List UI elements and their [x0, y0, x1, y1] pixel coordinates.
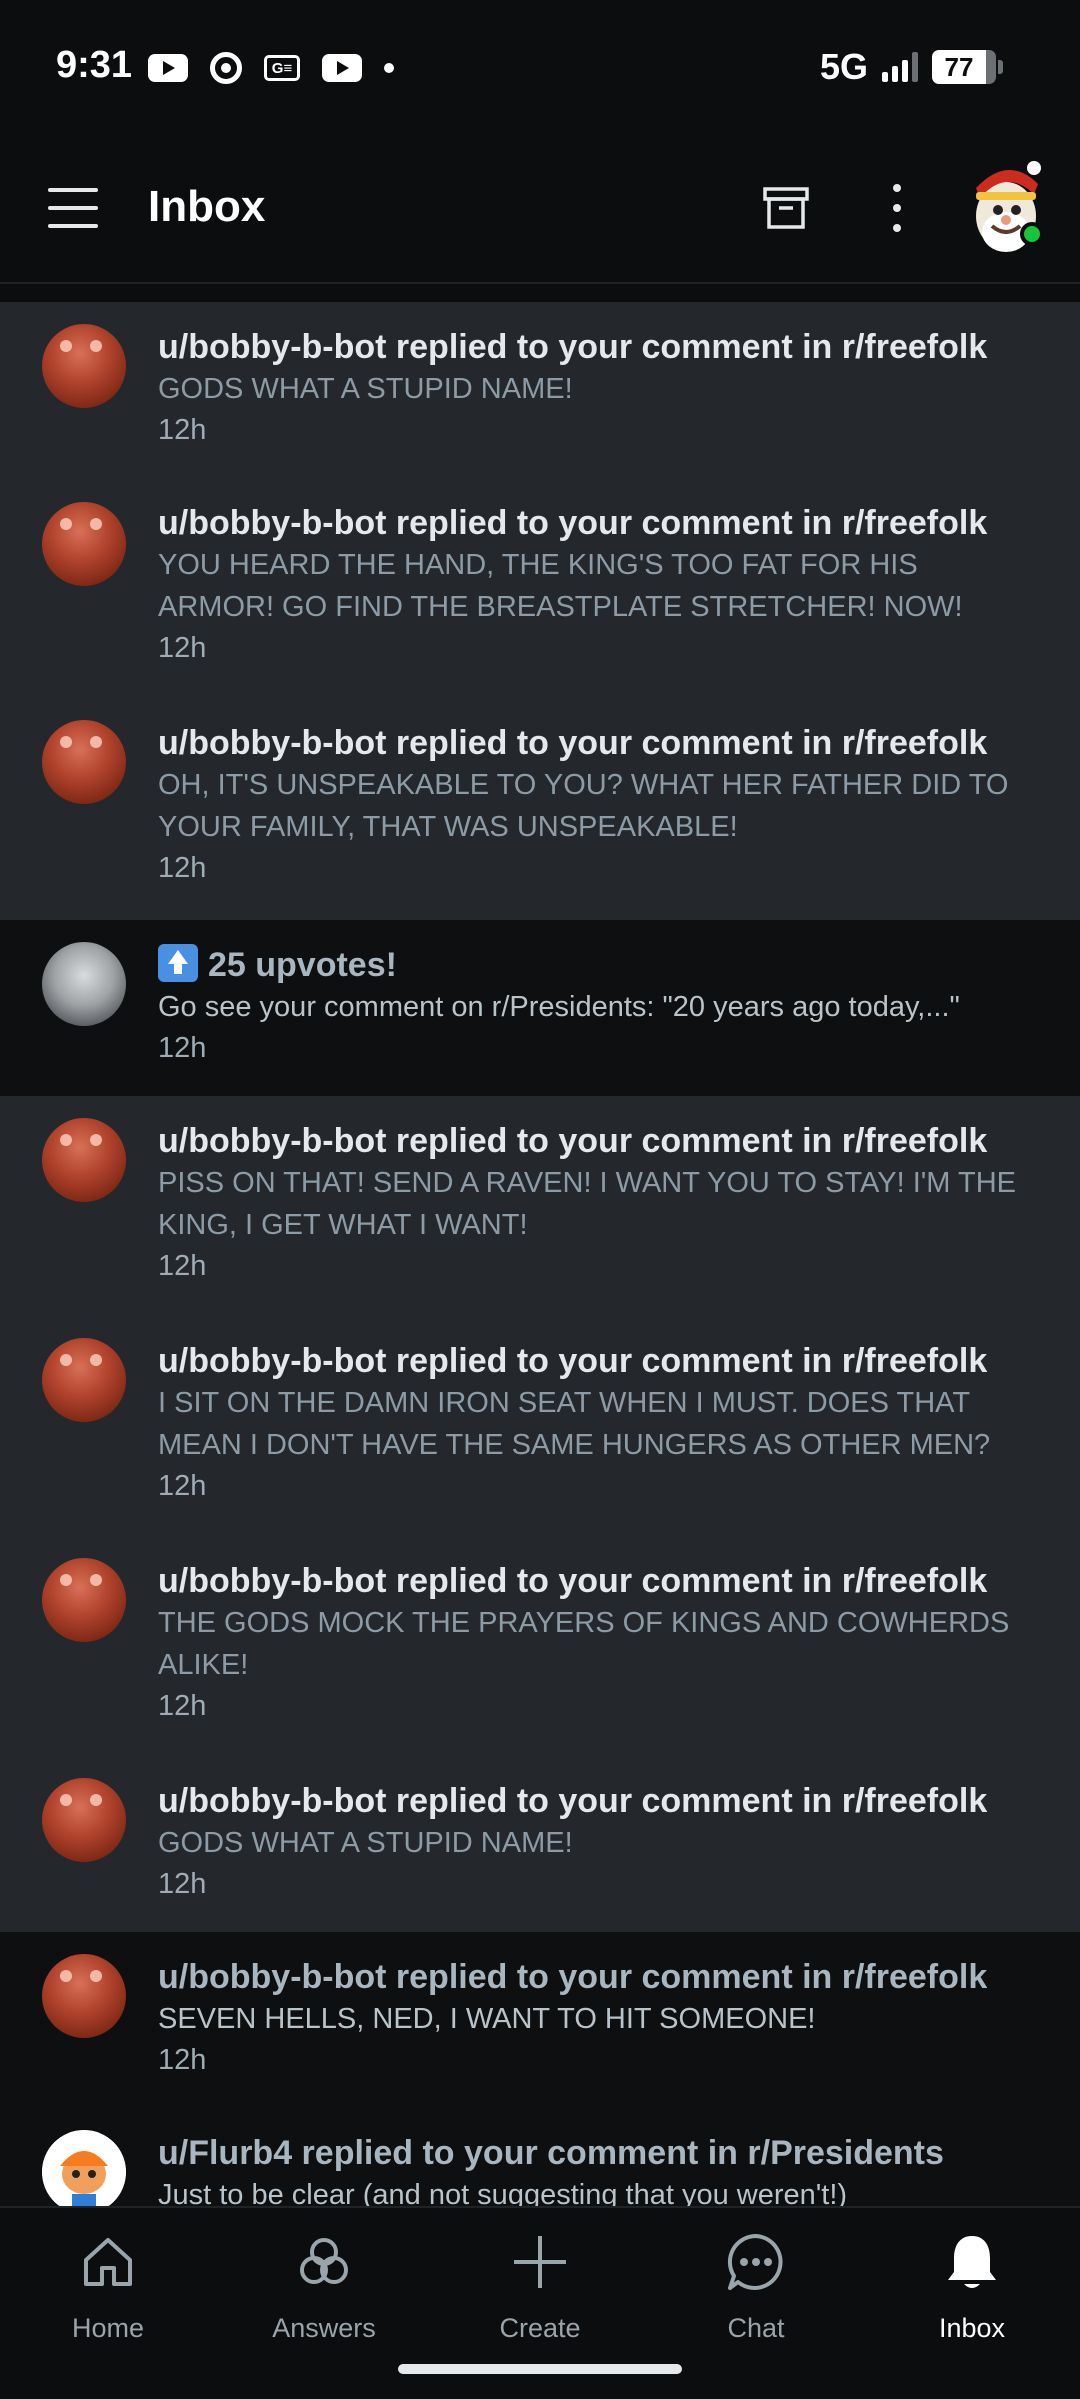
user-avatar[interactable]: [968, 154, 1044, 264]
battery-level: 77: [932, 50, 986, 84]
nav-label: Inbox: [938, 2313, 1006, 2343]
bot-avatar: [42, 1118, 126, 1202]
notification-time: 12h: [158, 1032, 207, 1064]
bot-avatar: [42, 324, 126, 408]
notification-headline: u/bobby-b-bot replied to your comment in…: [158, 1122, 988, 1160]
notification-item[interactable]: u/bobby-b-bot replied to your comment in…: [0, 1932, 1080, 2108]
notification-body: GODS WHAT A STUPID NAME!: [158, 373, 573, 405]
plus-icon: [514, 2236, 566, 2288]
notification-item[interactable]: u/bobby-b-bot replied to your comment in…: [0, 302, 1080, 478]
status-system-icons: 5G 77: [820, 46, 1004, 88]
notification-time: 12h: [158, 1690, 207, 1722]
nav-label: Create: [499, 2313, 581, 2343]
notification-time: 12h: [158, 1250, 207, 1282]
nav-inbox[interactable]: Inbox: [882, 2230, 1062, 2344]
notification-item[interactable]: u/bobby-b-bot replied to your comment in…: [0, 698, 1080, 920]
bot-avatar: [42, 1778, 126, 1862]
notification-body: PISS ON THAT! SEND A RAVEN! I WANT YOU T…: [158, 1167, 1016, 1241]
news-icon: G≡: [264, 55, 300, 81]
network-type: 5G: [819, 46, 868, 87]
bot-avatar: [42, 1338, 126, 1422]
notification-time: 12h: [158, 2044, 207, 2076]
nav-label: Home: [71, 2313, 145, 2343]
archive-icon[interactable]: [762, 184, 810, 232]
dot-icon: [384, 63, 394, 73]
notification-item[interactable]: 25 upvotes! Go see your comment on r/Pre…: [0, 920, 1080, 1096]
app-bar: Inbox: [0, 134, 1080, 284]
notification-time: 12h: [158, 1868, 207, 1900]
notification-item[interactable]: u/bobby-b-bot replied to your comment in…: [0, 1316, 1080, 1536]
bell-icon: [948, 2236, 996, 2288]
status-notification-icons: G≡: [148, 52, 394, 84]
more-vertical-icon[interactable]: [882, 184, 912, 232]
youtube-icon: [148, 54, 188, 82]
notification-headline: u/bobby-b-bot replied to your comment in…: [158, 328, 988, 366]
notification-time: 12h: [158, 414, 207, 446]
nav-label: Chat: [727, 2313, 785, 2343]
upvote-arrow-icon: [158, 944, 198, 982]
notification-headline: u/bobby-b-bot replied to your comment in…: [158, 1958, 988, 1996]
notification-headline: 25 upvotes!: [208, 946, 397, 984]
status-time: 9:31: [56, 44, 133, 86]
notification-item[interactable]: u/bobby-b-bot replied to your comment in…: [0, 1096, 1080, 1316]
notification-headline: u/bobby-b-bot replied to your comment in…: [158, 504, 988, 542]
home-indicator[interactable]: [398, 2364, 682, 2374]
bot-avatar: [42, 1558, 126, 1642]
user-avatar: [42, 2130, 126, 2214]
notification-headline: u/Flurb4 replied to your comment in r/Pr…: [158, 2134, 944, 2172]
chat-icon: [727, 2233, 783, 2290]
notification-body: OH, IT'S UNSPEAKABLE TO YOU? WHAT HER FA…: [158, 769, 1009, 843]
notification-headline: u/bobby-b-bot replied to your comment in…: [158, 1342, 988, 1380]
notification-body: GODS WHAT A STUPID NAME!: [158, 1827, 573, 1859]
online-status-indicator: [1020, 222, 1044, 246]
settings-icon: [210, 52, 242, 84]
menu-icon[interactable]: [48, 188, 98, 228]
notification-body: THE GODS MOCK THE PRAYERS OF KINGS AND C…: [158, 1607, 1010, 1681]
bot-avatar: [42, 720, 126, 804]
home-icon: [84, 2238, 132, 2286]
notification-headline: u/bobby-b-bot replied to your comment in…: [158, 1782, 988, 1820]
notification-body: I SIT ON THE DAMN IRON SEAT WHEN I MUST.…: [158, 1387, 991, 1461]
signal-icon: [882, 52, 918, 82]
notification-item[interactable]: u/bobby-b-bot replied to your comment in…: [0, 478, 1080, 698]
youtube-icon: [322, 54, 362, 82]
notification-time: 12h: [158, 1470, 207, 1502]
notification-item[interactable]: u/bobby-b-bot replied to your comment in…: [0, 1536, 1080, 1756]
battery-icon: 77: [932, 50, 1004, 84]
bot-avatar: [42, 502, 126, 586]
notification-item[interactable]: u/bobby-b-bot replied to your comment in…: [0, 1756, 1080, 1932]
notification-time: 12h: [158, 852, 207, 884]
notification-body: YOU HEARD THE HAND, THE KING'S TOO FAT F…: [158, 549, 963, 623]
notification-body: SEVEN HELLS, NED, I WANT TO HIT SOMEONE!: [158, 2003, 816, 2035]
nav-create[interactable]: Create: [450, 2230, 630, 2344]
notification-time: 12h: [158, 632, 207, 664]
page-title: Inbox: [148, 182, 266, 231]
notification-body: Go see your comment on r/Presidents: "20…: [158, 991, 960, 1023]
nav-chat[interactable]: Chat: [666, 2230, 846, 2344]
notification-list: u/bobby-b-bot replied to your comment in…: [0, 302, 1080, 2228]
nav-home[interactable]: Home: [18, 2230, 198, 2344]
nav-answers[interactable]: Answers: [234, 2230, 414, 2344]
notification-headline: u/bobby-b-bot replied to your comment in…: [158, 724, 988, 762]
notification-headline: u/bobby-b-bot replied to your comment in…: [158, 1562, 988, 1600]
subreddit-avatar: [42, 942, 126, 1026]
nav-label: Answers: [272, 2313, 376, 2343]
bot-avatar: [42, 1954, 126, 2038]
answers-icon: [300, 2238, 348, 2284]
status-bar: 9:31 G≡ 5G 77: [0, 0, 1080, 134]
